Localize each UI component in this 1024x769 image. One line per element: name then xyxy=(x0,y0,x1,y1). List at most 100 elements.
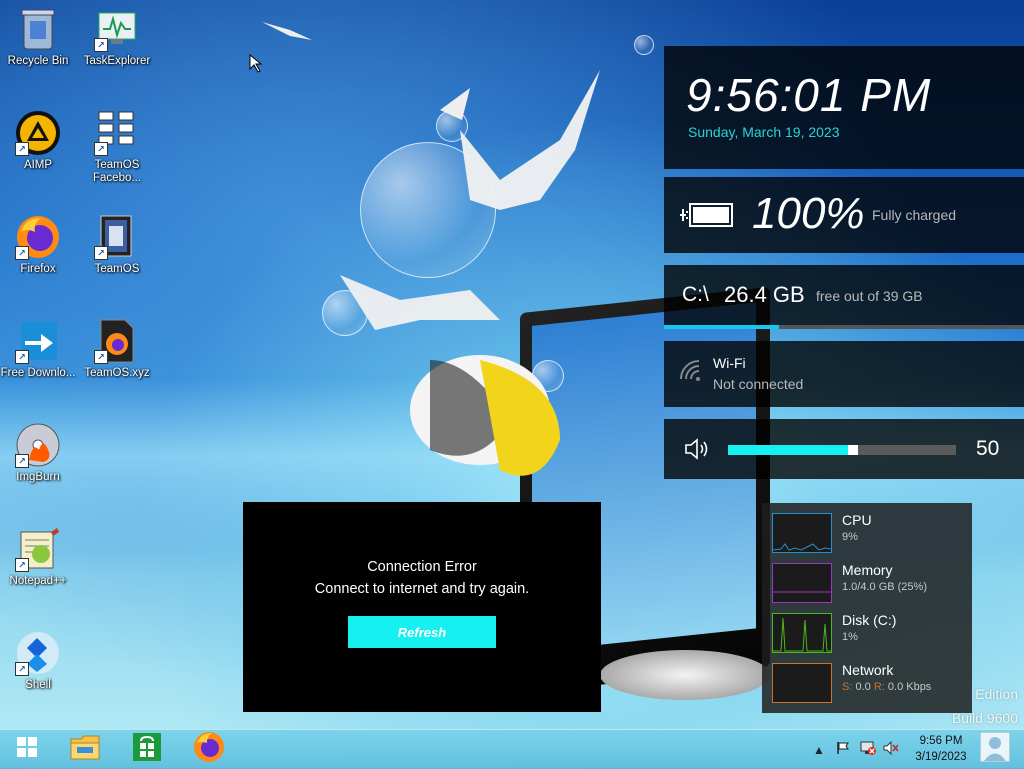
desktop-icon-label: TeamOS.xyz xyxy=(84,367,150,379)
firefox-icon xyxy=(193,731,225,768)
perf-row-memory: Memory 1.0/4.0 GB (25%) xyxy=(772,562,972,603)
desktop-icon-teamos-xyz[interactable]: ↗ TeamOS.xyz xyxy=(79,318,155,380)
connection-error-dialog: Connection Error Connect to internet and… xyxy=(243,502,601,712)
desktop-icon-label: Free Downlo... xyxy=(0,367,76,379)
disk-free-suffix: free out of 39 GB xyxy=(816,288,923,304)
desktop-icon-teamos[interactable]: ↗ TeamOS xyxy=(79,214,155,276)
perf-row-cpu: CPU 9% xyxy=(772,512,972,553)
desktop-icon-recycle-bin[interactable]: Recycle Bin xyxy=(0,6,76,68)
volume-value: 50 xyxy=(976,437,1000,460)
network-value: S: 0.0 R: 0.0 Kbps xyxy=(842,681,931,693)
user-account-button[interactable] xyxy=(976,730,1014,769)
network-tray-button[interactable] xyxy=(858,730,878,769)
desktop-icon-label: Notepad++ xyxy=(9,575,67,587)
memory-title: Memory xyxy=(842,562,893,578)
watermark-build: Build 9600 xyxy=(951,710,1018,726)
battery-percent: 100% xyxy=(752,189,865,238)
clock-time: 9:56:01 PM xyxy=(686,69,932,121)
network-send-value: 0.0 xyxy=(855,681,871,693)
wifi-tile[interactable]: Wi-Fi Not connected xyxy=(664,341,1024,407)
bubble xyxy=(436,110,468,142)
battery-icon xyxy=(678,200,736,235)
watermark-edition: Edition xyxy=(975,686,1018,702)
network-disconnected-icon xyxy=(859,740,877,759)
disk-value: 1% xyxy=(842,631,858,643)
disk-usage-fill xyxy=(664,325,779,329)
desktop-icon-label: TeamOS Facebo... xyxy=(93,159,141,184)
bubble xyxy=(322,290,368,336)
desktop-icon-imgburn[interactable]: ↗ ImgBurn xyxy=(0,422,76,484)
network-send-label: S: xyxy=(842,681,853,693)
shell-icon: ↗ xyxy=(15,630,61,676)
dialog-message: Connect to internet and try again. xyxy=(314,581,530,597)
taskbar-clock[interactable]: 9:56 PM 3/19/2023 xyxy=(906,733,976,765)
clock-date: Sunday, March 19, 2023 xyxy=(688,124,840,140)
teamos-icon: ↗ xyxy=(94,214,140,260)
network-title: Network xyxy=(842,662,894,678)
perf-row-disk: Disk (C:) 1% xyxy=(772,612,972,653)
memory-graph xyxy=(772,563,832,603)
desktop-icon-label: ImgBurn xyxy=(16,471,60,483)
refresh-button[interactable]: Refresh xyxy=(348,616,496,648)
dialog-title: Connection Error xyxy=(367,559,477,575)
recycle-bin-icon xyxy=(15,6,61,52)
battery-status: Fully charged xyxy=(872,207,957,223)
desktop-icon-firefox[interactable]: ↗ Firefox xyxy=(0,214,76,276)
desktop-icon-label: TaskExplorer xyxy=(83,55,151,67)
imgburn-icon: ↗ xyxy=(15,422,61,468)
disk-free: 26.4 GB xyxy=(724,282,805,307)
disk-title: Disk (C:) xyxy=(842,612,897,628)
desktop-icon-notepad-plus-plus[interactable]: ↗ Notepad++ xyxy=(0,526,76,588)
notepad-plus-plus-icon: ↗ xyxy=(15,526,61,572)
bubble xyxy=(532,360,564,392)
taskbar-date: 3/19/2023 xyxy=(915,751,967,763)
taskbar-store[interactable] xyxy=(120,730,174,769)
perf-row-network: Network S: 0.0 R: 0.0 Kbps xyxy=(772,662,972,703)
taskbar: ▲ 9:56 PM 3/19/2023 xyxy=(0,729,1024,769)
volume-slider-fill xyxy=(728,445,848,455)
volume-tile: 50 xyxy=(664,419,1024,479)
chevron-up-icon: ▲ xyxy=(813,742,825,757)
wifi-name: Wi-Fi xyxy=(713,355,746,371)
desktop-icon-label: Firefox xyxy=(20,263,56,275)
action-center-button[interactable] xyxy=(834,730,852,769)
volume-tray-button[interactable] xyxy=(882,730,900,769)
bubble xyxy=(634,35,654,55)
free-download-manager-icon: ↗ xyxy=(15,318,61,364)
drive-letter: C:\ xyxy=(682,283,709,306)
monitor-stand xyxy=(600,650,770,700)
file-explorer-icon xyxy=(69,733,101,766)
network-graph xyxy=(772,663,832,703)
performance-panel: CPU 9% Memory 1.0/4.0 GB (25%) Disk (C:)… xyxy=(762,503,972,713)
start-icon xyxy=(16,736,38,763)
cpu-graph xyxy=(772,513,832,553)
aimp-icon: ↗ xyxy=(15,110,61,156)
task-explorer-icon: ↗ xyxy=(94,6,140,52)
speaker-muted-icon xyxy=(883,740,899,758)
speaker-icon[interactable] xyxy=(684,438,710,465)
volume-slider[interactable] xyxy=(728,445,956,455)
document-list-icon: ↗ xyxy=(94,110,140,156)
disk-graph xyxy=(772,613,832,653)
battery-tile: 100% Fully charged xyxy=(664,177,1024,253)
disk-tile: C:\ 26.4 GB free out of 39 GB xyxy=(664,265,1024,329)
bubble xyxy=(360,142,496,278)
desktop-icon-teamos-facebook[interactable]: ↗ TeamOS Facebo... xyxy=(79,110,155,185)
desktop-icon-label: AIMP xyxy=(23,159,53,171)
start-button[interactable] xyxy=(0,730,54,769)
volume-slider-thumb[interactable] xyxy=(848,445,858,455)
network-recv-label: R: xyxy=(873,681,885,693)
desktop-icon-shell[interactable]: ↗ Shell xyxy=(0,630,76,692)
taskbar-firefox[interactable] xyxy=(182,730,236,769)
desktop-icon-taskexplorer[interactable]: ↗ TaskExplorer xyxy=(79,6,155,68)
desktop-icon-aimp[interactable]: ↗ AIMP xyxy=(0,110,76,172)
desktop-icon-label: TeamOS xyxy=(94,263,140,275)
desktop-icon-free-download-manager[interactable]: ↗ Free Downlo... xyxy=(0,318,76,380)
desktop-icon-label: Shell xyxy=(25,679,51,691)
taskbar-time: 9:56 PM xyxy=(919,735,963,747)
user-avatar-icon xyxy=(979,731,1011,767)
show-hidden-icons[interactable]: ▲ xyxy=(812,730,826,769)
taskbar-file-explorer[interactable] xyxy=(58,730,112,769)
wifi-icon xyxy=(678,359,704,388)
store-icon xyxy=(132,732,162,767)
